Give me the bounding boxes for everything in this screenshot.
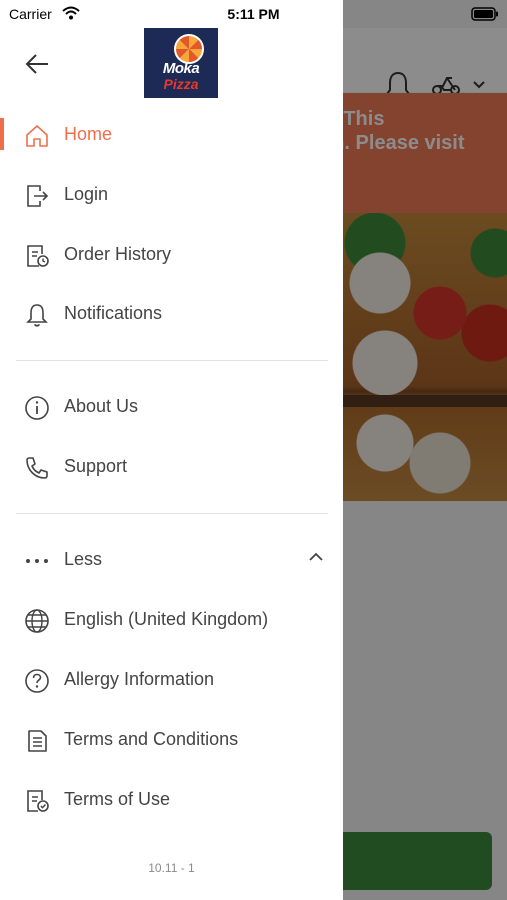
bell-icon [24, 302, 50, 328]
chevron-up-icon[interactable] [308, 552, 324, 562]
logo-text-pizza: Pizza [163, 76, 199, 92]
menu-item-less[interactable]: Less [0, 536, 343, 584]
menu-label-home: Home [64, 124, 113, 144]
menu-item-login[interactable]: Login [0, 171, 343, 219]
drawer-header: Moka Pizza [0, 28, 343, 100]
arrow-left-icon [24, 52, 52, 76]
receipt-clock-icon [24, 243, 50, 269]
menu-label-allergy-information: Allergy Information [64, 669, 215, 689]
info-icon [24, 395, 50, 421]
menu-item-notifications[interactable]: Notifications [0, 290, 343, 338]
menu-label-language: English (United Kingdom) [64, 609, 269, 629]
document-check-icon [24, 788, 50, 814]
menu-item-support[interactable]: Support [0, 443, 343, 491]
menu-label-login: Login [64, 184, 109, 204]
more-dots-icon [24, 548, 50, 574]
navigation-drawer: Moka Pizza Home Login Order History Noti… [0, 0, 343, 900]
login-icon [24, 183, 50, 209]
section-divider [16, 360, 328, 361]
active-indicator [0, 118, 4, 150]
battery-icon [471, 7, 499, 21]
menu-item-home[interactable]: Home [0, 111, 343, 159]
menu-label-support: Support [64, 456, 128, 476]
question-icon [24, 668, 50, 694]
status-time: 5:11 PM [227, 6, 280, 22]
menu-label-notifications: Notifications [64, 303, 163, 323]
back-button[interactable] [24, 52, 52, 76]
menu-item-terms-and-conditions[interactable]: Terms and Conditions [0, 716, 343, 764]
menu-label-order-history: Order History [64, 244, 172, 264]
brand-logo: Moka Pizza [144, 28, 218, 98]
menu-item-allergy-information[interactable]: Allergy Information [0, 656, 343, 704]
app-version: 10.11 - 1 [148, 861, 195, 875]
menu-item-about-us[interactable]: About Us [0, 383, 343, 431]
menu-label-less: Less [64, 549, 103, 569]
menu-item-language[interactable]: English (United Kingdom) [0, 596, 343, 644]
status-bar: Carrier 5:11 PM [0, 0, 507, 28]
logo-text-moka: Moka [162, 60, 200, 77]
menu-item-order-history[interactable]: Order History [0, 231, 343, 279]
menu-item-terms-of-use[interactable]: Terms of Use [0, 776, 343, 824]
document-icon [24, 728, 50, 754]
globe-icon [24, 608, 50, 634]
phone-icon [24, 455, 50, 481]
menu-label-about-us: About Us [64, 396, 139, 416]
home-icon [24, 123, 50, 149]
menu-label-terms-of-use: Terms of Use [64, 789, 171, 809]
menu-label-terms-and-conditions: Terms and Conditions [64, 729, 239, 749]
section-divider [16, 513, 328, 514]
